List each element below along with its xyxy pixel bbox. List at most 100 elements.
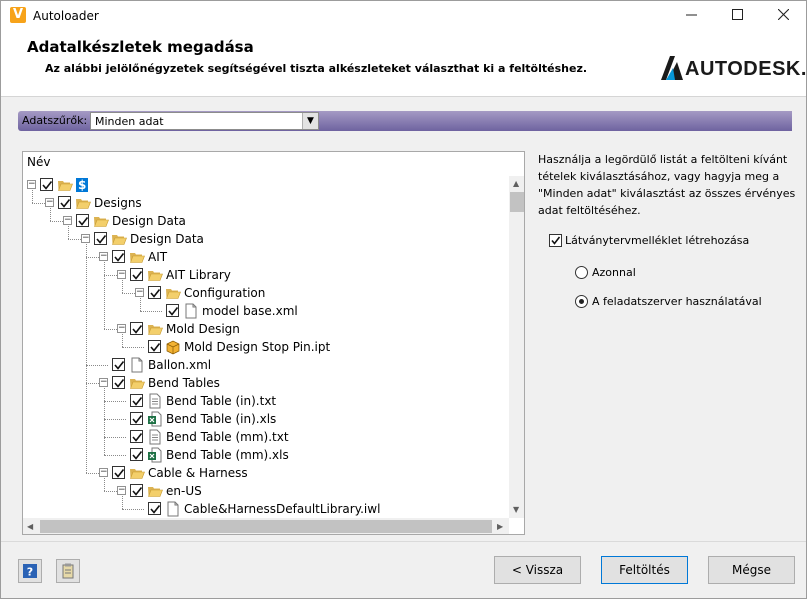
tree-checkbox[interactable] [94,232,107,245]
tree-checkbox[interactable] [130,430,143,443]
close-icon [777,8,789,21]
maximize-button[interactable] [714,1,760,31]
excel-file-icon [147,447,163,463]
checkmark-icon [132,397,143,406]
tree-row[interactable]: Bend Table (mm).xls [23,446,508,464]
tree-connector [104,437,126,438]
tree-checkbox[interactable] [112,466,125,479]
scroll-up-icon[interactable]: ▲ [513,179,519,188]
collapse-icon[interactable]: − [117,324,126,333]
tree-connector [86,244,87,473]
collapse-icon[interactable]: − [99,378,108,387]
tree-row[interactable]: Cable&HarnessDefaultLibrary.iwl [23,500,508,518]
vertical-scrollbar[interactable]: ▲ ▼ [509,176,524,518]
cancel-button[interactable]: Mégse [708,556,795,584]
close-button[interactable] [760,1,806,31]
tree-row[interactable]: − Bend Tables [23,374,508,392]
tree-checkbox[interactable] [130,448,143,461]
tree-checkbox[interactable] [130,484,143,497]
tree-checkbox[interactable] [40,178,53,191]
tree-row[interactable]: Bend Table (in).xls [23,410,508,428]
help-button[interactable]: ? [18,559,42,583]
tree-row[interactable]: − en-US [23,482,508,500]
collapse-icon[interactable]: − [63,216,72,225]
tree-rows: − $ − Designs − Design Data − Design Data − AIT − A… [23,176,508,518]
vertical-scroll-thumb[interactable] [510,192,524,212]
checkmark-icon [114,379,125,388]
tree-checkbox[interactable] [130,322,143,335]
horizontal-scrollbar[interactable]: ◀ ▶ [23,518,509,534]
checkmark-icon [132,325,143,334]
title-bar: V Autoloader [1,1,806,31]
tree-checkbox[interactable] [148,502,161,515]
upload-button[interactable]: Feltöltés [601,556,688,584]
tree-connector [140,298,141,311]
collapse-icon[interactable]: − [45,198,54,207]
tree-checkbox[interactable] [58,196,71,209]
minimize-button[interactable] [668,1,714,31]
tree-row[interactable]: model base.xml [23,302,508,320]
minimize-icon [685,14,697,16]
checkmark-icon [150,343,161,352]
tree-checkbox[interactable] [76,214,89,227]
tree-item-label: Cable&HarnessDefaultLibrary.iwl [184,502,381,516]
tree-row[interactable]: − Design Data [23,212,508,230]
tree-checkbox[interactable] [148,340,161,353]
tree-row[interactable]: − Configuration [23,284,508,302]
collapse-icon[interactable]: − [117,486,126,495]
tree-item-label: $ [76,178,89,192]
tree-checkbox[interactable] [130,268,143,281]
collapse-icon[interactable]: − [27,180,36,189]
tree-row[interactable]: Mold Design Stop Pin.ipt [23,338,508,356]
horizontal-scroll-thumb[interactable] [40,520,492,533]
tree-row[interactable]: − Cable & Harness [23,464,508,482]
tree-row[interactable]: Ballon.xml [23,356,508,374]
checkmark-icon [114,361,125,370]
scroll-left-icon[interactable]: ◀ [27,522,33,531]
tree-checkbox[interactable] [112,376,125,389]
tree-checkbox[interactable] [112,358,125,371]
tree-row[interactable]: − AIT [23,248,508,266]
tree-row[interactable]: − Mold Design [23,320,508,338]
checkmark-icon [96,235,107,244]
visualization-checkbox[interactable] [549,234,562,247]
tree-row[interactable]: − Design Data [23,230,508,248]
tree-checkbox[interactable] [130,394,143,407]
tree-checkbox[interactable] [112,250,125,263]
tree-row[interactable]: − Designs [23,194,508,212]
tree-connector [104,329,117,330]
filter-bar: Adatszűrők: Minden adat ▼ [18,111,792,131]
filter-dropdown[interactable]: Minden adat ▼ [90,112,319,130]
tree-row[interactable]: Bend Table (mm).txt [23,428,508,446]
page-subtitle: Az alábbi jelölőnégyzetek segítségével t… [45,62,588,75]
tree-row[interactable]: − AIT Library [23,266,508,284]
tree-checkbox[interactable] [148,286,161,299]
checkmark-icon [42,181,53,190]
tree-connector [104,491,117,492]
folder-open-icon [75,195,91,211]
autodesk-logo-icon [661,56,683,80]
scroll-down-icon[interactable]: ▼ [513,505,519,514]
collapse-icon[interactable]: − [99,468,108,477]
radio-jobserver[interactable] [575,295,588,308]
scroll-right-icon[interactable]: ▶ [497,522,503,531]
part-icon [165,339,181,355]
collapse-icon[interactable]: − [99,252,108,261]
collapse-icon[interactable]: − [81,234,90,243]
dropdown-arrow-icon[interactable]: ▼ [302,113,318,129]
collapse-icon[interactable]: − [135,288,144,297]
back-button[interactable]: < Vissza [494,556,581,584]
autoloader-window: V Autoloader Adatalkészletek megadása Az… [0,0,807,599]
collapse-icon[interactable]: − [117,270,126,279]
radio-immediate[interactable] [575,266,588,279]
tree-row[interactable]: Bend Table (in).txt [23,392,508,410]
tree-item-label: Cable & Harness [148,466,248,480]
tree-item-label: en-US [166,484,202,498]
tree-row[interactable]: − $ [23,176,508,194]
help-text: Használja a legördülő listát a feltölten… [538,153,796,217]
tree-item-label: Bend Table (mm).txt [166,430,289,444]
checkmark-icon [132,271,143,280]
tree-checkbox[interactable] [166,304,179,317]
clipboard-button[interactable] [56,559,80,583]
tree-checkbox[interactable] [130,412,143,425]
